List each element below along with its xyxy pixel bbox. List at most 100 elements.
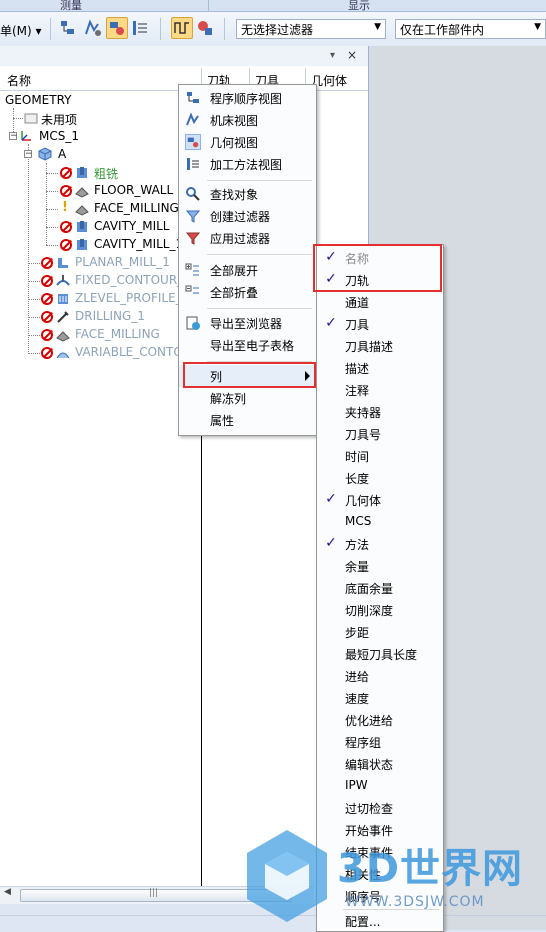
close-icon[interactable]: ×	[347, 48, 357, 62]
column-option[interactable]: 步距	[317, 621, 443, 643]
tree-node-operation[interactable]: FLOOR_WALL	[0, 182, 200, 200]
verify-icon[interactable]	[195, 18, 215, 38]
column-option[interactable]: 描述	[317, 357, 443, 379]
planar-mill-icon	[58, 258, 68, 268]
column-option[interactable]: 编辑状态	[317, 753, 443, 775]
menu-item-unfreeze-columns[interactable]: 解冻列	[179, 387, 316, 409]
column-option[interactable]: 进给	[317, 665, 443, 687]
pin-icon[interactable]: ▾	[330, 50, 335, 61]
column-option[interactable]: MCS	[317, 511, 443, 533]
drilling-icon	[57, 311, 69, 323]
tree-node-operation[interactable]: DRILLING_1	[0, 308, 200, 326]
no-entry-status-icon	[60, 167, 72, 179]
geometry-view-icon	[185, 134, 201, 150]
filter-select[interactable]: 无选择过滤器 ▼	[236, 19, 386, 39]
tree-node-operation[interactable]: FIXED_CONTOUR_	[0, 272, 200, 290]
tree-node-label: CAVITY_MILL	[94, 219, 170, 233]
menu-item-find-object[interactable]: 查找对象	[179, 183, 316, 205]
column-option[interactable]: 长度	[317, 467, 443, 489]
menu-item-machining-method-view[interactable]: 加工方法视图	[179, 153, 316, 175]
tree-node-mcs[interactable]: MCS_1	[0, 128, 200, 146]
menu-item-program-order-view[interactable]: 程序顺序视图	[179, 87, 316, 109]
menu-item-export-browser[interactable]: 导出至浏览器	[179, 312, 316, 334]
export-browser-icon	[186, 316, 200, 330]
menu-button[interactable]: 单(M) ▾	[0, 22, 42, 39]
workpiece-cube-icon	[38, 147, 52, 161]
column-option[interactable]: 注释	[317, 379, 443, 401]
chevron-down-icon: ▼	[374, 22, 381, 32]
column-option[interactable]: 刀具号	[317, 423, 443, 445]
tree-node-label: FACE_MILLING	[75, 327, 160, 341]
column-option[interactable]: 速度	[317, 687, 443, 709]
menu-item-properties[interactable]: 属性	[179, 409, 316, 431]
column-option[interactable]: 时间	[317, 445, 443, 467]
no-entry-status-icon	[41, 329, 53, 341]
tree-node-label: GEOMETRY	[5, 93, 72, 107]
column-option-tool[interactable]: ✓ 刀具	[317, 313, 443, 335]
cavity-mill-icon	[77, 221, 87, 232]
expand-all-icon	[185, 263, 199, 276]
tree-node-unused[interactable]: 未用项	[0, 110, 200, 128]
tree-node-operation[interactable]: ! FACE_MILLING	[0, 200, 200, 218]
watermark: 3D世界网 WWW.3DSJW.COM	[245, 826, 546, 930]
tree-line	[28, 263, 40, 264]
column-option[interactable]: 切削深度	[317, 599, 443, 621]
column-option[interactable]: 优化进给	[317, 709, 443, 731]
cavity-mill-icon	[77, 167, 87, 178]
column-option[interactable]: 程序组	[317, 731, 443, 753]
zlevel-profile-icon	[58, 294, 68, 304]
scope-select[interactable]: 仅在工作部件内 ▼	[395, 19, 546, 39]
machine-tool-view-icon[interactable]	[82, 18, 102, 38]
tree-node-operation[interactable]: ZLEVEL_PROFILE_1	[0, 290, 200, 308]
geometry-view-icon[interactable]	[106, 17, 128, 39]
column-option[interactable]: IPW	[317, 775, 443, 797]
ribbon-group-bar: 测量 显示	[0, 0, 546, 12]
tree-node-operation[interactable]: FACE_MILLING	[0, 326, 200, 344]
tree-node-workpiece[interactable]: A	[0, 146, 200, 164]
ribbon-separator	[208, 0, 209, 11]
menu-item-machine-tool-view[interactable]: 机床视图	[179, 109, 316, 131]
column-option[interactable]: 余量	[317, 555, 443, 577]
column-option[interactable]: 最短刀具长度	[317, 643, 443, 665]
menu-item-collapse-all[interactable]: 全部折叠	[179, 281, 316, 303]
tree-node-label: 粗铣	[94, 167, 119, 181]
column-option[interactable]: 过切检查	[317, 797, 443, 819]
tree-node-operation[interactable]: CAVITY_MILL	[0, 218, 200, 236]
tree-node-operation[interactable]: 粗铣	[0, 164, 200, 182]
tree-node-label: ZLEVEL_PROFILE_1	[75, 291, 190, 305]
column-option[interactable]: 夹持器	[317, 401, 443, 423]
menu-item-apply-filter[interactable]: 应用过滤器	[179, 227, 316, 249]
tree-line	[28, 299, 40, 300]
tree-node-operation[interactable]: PLANAR_MILL_1	[0, 254, 200, 272]
column-option[interactable]: 刀具描述	[317, 335, 443, 357]
program-order-view-icon[interactable]	[58, 18, 78, 38]
menu-item-expand-all[interactable]: 全部展开	[179, 259, 316, 281]
menu-item-export-spreadsheet[interactable]: 导出至电子表格	[179, 334, 316, 356]
menu-item-geometry-view[interactable]: 几何视图	[179, 131, 316, 153]
toolbar-separator	[50, 18, 51, 40]
tree-node-label: CAVITY_MILL_1	[94, 237, 184, 251]
column-option[interactable]: 通道	[317, 291, 443, 313]
tree-node-geometry[interactable]: GEOMETRY	[0, 92, 200, 110]
column-header-name[interactable]: 名称	[7, 72, 31, 89]
tree-node-label: PLANAR_MILL_1	[75, 255, 170, 269]
scroll-left-icon[interactable]: ◀	[4, 887, 11, 897]
toolpath-display-icon[interactable]	[171, 17, 193, 39]
highlight-box-columns	[183, 362, 316, 388]
no-entry-status-icon	[41, 293, 53, 305]
menu-separator	[207, 254, 312, 255]
machining-method-view-icon[interactable]	[130, 18, 150, 38]
find-icon	[186, 187, 200, 201]
tree-node-label: VARIABLE_CONTO	[75, 345, 183, 359]
column-option-method[interactable]: ✓ 方法	[317, 533, 443, 555]
fixed-contour-icon	[56, 275, 70, 286]
column-option[interactable]: 底面余量	[317, 577, 443, 599]
menu-item-create-filter[interactable]: 创建过滤器	[179, 205, 316, 227]
tree-line	[46, 191, 58, 192]
warning-icon: !	[62, 200, 68, 215]
tree-node-operation[interactable]: CAVITY_MILL_1	[0, 236, 200, 254]
no-entry-status-icon	[41, 275, 53, 287]
column-option-geometry[interactable]: ✓ 几何体	[317, 489, 443, 511]
tree-node-operation[interactable]: VARIABLE_CONTO	[0, 344, 200, 362]
checkmark-icon: ✓	[325, 491, 337, 507]
